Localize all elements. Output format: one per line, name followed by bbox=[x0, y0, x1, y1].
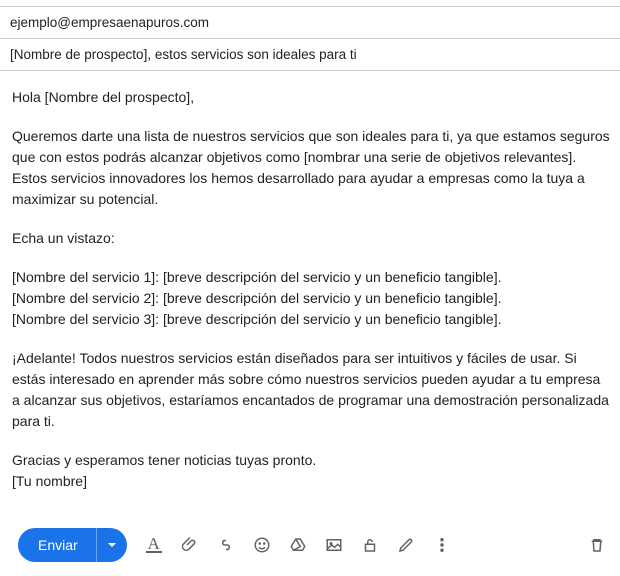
compose-window: ejemplo@empresaenapuros.com [Nombre de p… bbox=[0, 6, 620, 576]
subject-field[interactable]: [Nombre de prospecto], estos servicios s… bbox=[0, 39, 620, 71]
insert-signature-button[interactable] bbox=[397, 536, 415, 554]
discard-draft-button[interactable] bbox=[588, 536, 606, 554]
attach-button[interactable] bbox=[181, 536, 199, 554]
image-icon bbox=[325, 536, 343, 554]
body-service-2: [Nombre del servicio 2]: [breve descripc… bbox=[12, 288, 610, 309]
format-a-icon: A bbox=[146, 537, 162, 553]
body-cta-look: Echa un vistazo: bbox=[12, 228, 610, 249]
send-button-group: Enviar bbox=[18, 528, 127, 562]
body-intro: Queremos darte una lista de nuestros ser… bbox=[12, 126, 610, 210]
to-field[interactable]: ejemplo@empresaenapuros.com bbox=[0, 7, 620, 39]
paperclip-icon bbox=[181, 536, 199, 554]
insert-image-button[interactable] bbox=[325, 536, 343, 554]
insert-drive-button[interactable] bbox=[289, 536, 307, 554]
send-more-button[interactable] bbox=[96, 528, 127, 562]
confidential-mode-button[interactable] bbox=[361, 536, 379, 554]
more-vert-icon bbox=[433, 536, 451, 554]
lock-clock-icon bbox=[361, 536, 379, 554]
caret-down-icon bbox=[107, 540, 117, 550]
body-greeting: Hola [Nombre del prospecto], bbox=[12, 87, 610, 108]
compose-body[interactable]: Hola [Nombre del prospecto], Queremos da… bbox=[0, 71, 620, 518]
send-button[interactable]: Enviar bbox=[18, 528, 96, 562]
toolbar-icons: A bbox=[145, 536, 588, 554]
insert-link-button[interactable] bbox=[217, 536, 235, 554]
drive-icon bbox=[289, 536, 307, 554]
body-signature: [Tu nombre] bbox=[12, 471, 610, 492]
pen-icon bbox=[397, 536, 415, 554]
body-closing: ¡Adelante! Todos nuestros servicios está… bbox=[12, 348, 610, 432]
to-value: ejemplo@empresaenapuros.com bbox=[10, 15, 209, 30]
subject-value: [Nombre de prospecto], estos servicios s… bbox=[10, 47, 357, 62]
trash-icon bbox=[588, 536, 606, 554]
link-icon bbox=[217, 536, 235, 554]
body-thanks: Gracias y esperamos tener noticias tuyas… bbox=[12, 450, 610, 471]
format-text-button[interactable]: A bbox=[145, 536, 163, 554]
compose-toolbar: Enviar A bbox=[0, 518, 620, 576]
smile-icon bbox=[253, 536, 271, 554]
body-service-1: [Nombre del servicio 1]: [breve descripc… bbox=[12, 267, 610, 288]
body-service-3: [Nombre del servicio 3]: [breve descripc… bbox=[12, 309, 610, 330]
insert-emoji-button[interactable] bbox=[253, 536, 271, 554]
compose-header: ejemplo@empresaenapuros.com [Nombre de p… bbox=[0, 6, 620, 71]
more-options-button[interactable] bbox=[433, 536, 451, 554]
